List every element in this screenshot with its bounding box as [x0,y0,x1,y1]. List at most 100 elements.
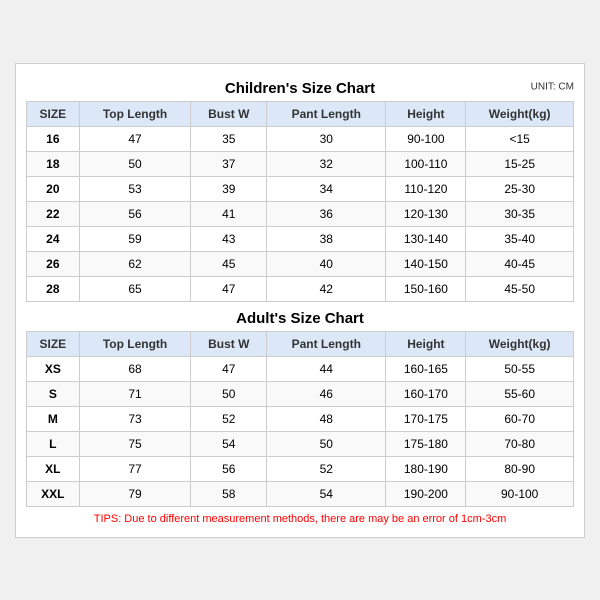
adult-cell-5-0: XXL [27,481,80,506]
adult-cell-4-5: 80-90 [466,456,574,481]
children-cell-1-3: 32 [267,151,386,176]
children-cell-0-5: <15 [466,126,574,151]
children-cell-6-1: 65 [79,276,191,301]
adult-cell-4-2: 56 [191,456,267,481]
adult-cell-4-3: 52 [267,456,386,481]
children-cell-3-3: 36 [267,201,386,226]
children-cell-6-0: 28 [27,276,80,301]
adult-cell-5-2: 58 [191,481,267,506]
adult-cell-1-3: 46 [267,381,386,406]
adult-cell-4-1: 77 [79,456,191,481]
children-cell-3-4: 120-130 [386,201,466,226]
adult-row-3: L755450175-18070-80 [27,431,574,456]
adult-col-header-4: Height [386,331,466,356]
chart-container: Children's Size Chart UNIT: CM SIZETop L… [15,63,585,538]
adult-header-row: SIZETop LengthBust WPant LengthHeightWei… [27,331,574,356]
adult-col-header-5: Weight(kg) [466,331,574,356]
adult-cell-1-2: 50 [191,381,267,406]
children-cell-4-2: 43 [191,226,267,251]
children-cell-4-4: 130-140 [386,226,466,251]
children-cell-3-1: 56 [79,201,191,226]
children-cell-1-1: 50 [79,151,191,176]
children-cell-5-3: 40 [267,251,386,276]
adult-cell-1-5: 55-60 [466,381,574,406]
adult-col-header-0: SIZE [27,331,80,356]
children-cell-1-2: 37 [191,151,267,176]
children-cell-2-5: 25-30 [466,176,574,201]
children-col-header-4: Height [386,101,466,126]
children-cell-4-1: 59 [79,226,191,251]
adult-cell-2-3: 48 [267,406,386,431]
children-col-header-1: Top Length [79,101,191,126]
children-col-header-0: SIZE [27,101,80,126]
children-cell-5-4: 140-150 [386,251,466,276]
adult-row-2: M735248170-17560-70 [27,406,574,431]
adult-table: SIZETop LengthBust WPant LengthHeightWei… [26,331,574,507]
adult-cell-3-0: L [27,431,80,456]
adult-cell-1-0: S [27,381,80,406]
adult-cell-5-1: 79 [79,481,191,506]
children-col-header-3: Pant Length [267,101,386,126]
children-row-2: 20533934110-12025-30 [27,176,574,201]
adult-cell-0-1: 68 [79,356,191,381]
children-row-1: 18503732100-11015-25 [27,151,574,176]
adult-col-header-1: Top Length [79,331,191,356]
children-title-text: Children's Size Chart [225,80,375,97]
adult-row-1: S715046160-17055-60 [27,381,574,406]
adult-cell-3-3: 50 [267,431,386,456]
children-cell-0-4: 90-100 [386,126,466,151]
children-cell-3-2: 41 [191,201,267,226]
children-row-5: 26624540140-15040-45 [27,251,574,276]
children-cell-4-3: 38 [267,226,386,251]
children-cell-6-5: 45-50 [466,276,574,301]
children-cell-1-4: 100-110 [386,151,466,176]
adult-cell-5-4: 190-200 [386,481,466,506]
adult-title: Adult's Size Chart [26,302,574,331]
children-col-header-5: Weight(kg) [466,101,574,126]
children-cell-3-5: 30-35 [466,201,574,226]
adult-cell-2-4: 170-175 [386,406,466,431]
children-table: SIZETop LengthBust WPant LengthHeightWei… [26,101,574,302]
children-cell-6-4: 150-160 [386,276,466,301]
adult-cell-2-5: 60-70 [466,406,574,431]
adult-col-header-2: Bust W [191,331,267,356]
children-cell-0-3: 30 [267,126,386,151]
children-cell-0-1: 47 [79,126,191,151]
unit-label: UNIT: CM [531,82,574,93]
children-cell-2-1: 53 [79,176,191,201]
adult-cell-2-1: 73 [79,406,191,431]
adult-title-text: Adult's Size Chart [236,310,364,327]
children-cell-2-2: 39 [191,176,267,201]
adult-cell-5-5: 90-100 [466,481,574,506]
children-cell-4-5: 35-40 [466,226,574,251]
adult-cell-0-0: XS [27,356,80,381]
children-col-header-2: Bust W [191,101,267,126]
adult-cell-5-3: 54 [267,481,386,506]
adult-row-5: XXL795854190-20090-100 [27,481,574,506]
adult-cell-0-2: 47 [191,356,267,381]
children-row-6: 28654742150-16045-50 [27,276,574,301]
adult-cell-1-1: 71 [79,381,191,406]
adult-row-4: XL775652180-19080-90 [27,456,574,481]
adult-cell-0-4: 160-165 [386,356,466,381]
children-header-row: SIZETop LengthBust WPant LengthHeightWei… [27,101,574,126]
children-cell-2-4: 110-120 [386,176,466,201]
adult-cell-2-2: 52 [191,406,267,431]
children-cell-5-0: 26 [27,251,80,276]
children-cell-5-5: 40-45 [466,251,574,276]
children-row-3: 22564136120-13030-35 [27,201,574,226]
children-cell-6-3: 42 [267,276,386,301]
children-cell-4-0: 24 [27,226,80,251]
adult-row-0: XS684744160-16550-55 [27,356,574,381]
adult-cell-1-4: 160-170 [386,381,466,406]
children-cell-0-0: 16 [27,126,80,151]
children-cell-1-0: 18 [27,151,80,176]
adult-cell-3-5: 70-80 [466,431,574,456]
children-cell-6-2: 47 [191,276,267,301]
children-cell-2-0: 20 [27,176,80,201]
children-cell-3-0: 22 [27,201,80,226]
children-cell-1-5: 15-25 [466,151,574,176]
adult-cell-4-4: 180-190 [386,456,466,481]
children-row-0: 1647353090-100<15 [27,126,574,151]
tips-text: TIPS: Due to different measurement metho… [26,507,574,527]
